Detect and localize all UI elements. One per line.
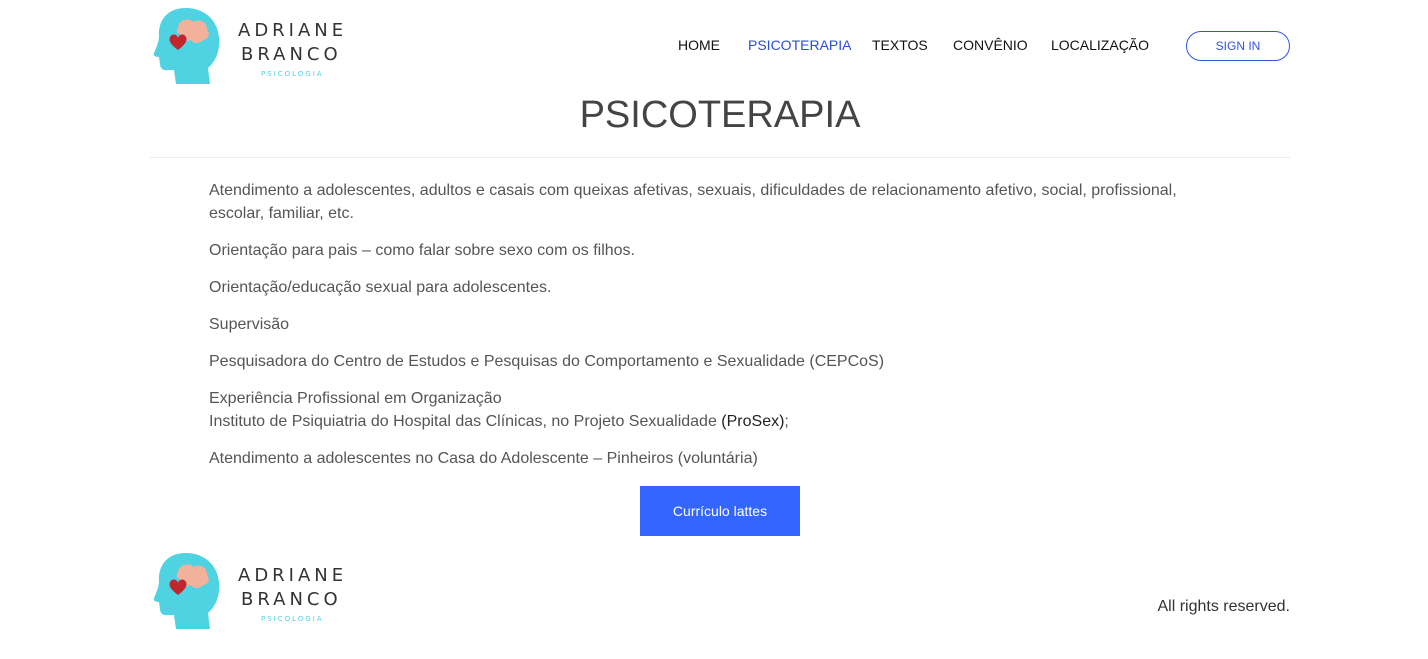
brand-tagline: PSICOLOGIA <box>261 615 324 623</box>
paragraph-pesquisadora: Pesquisadora do Centro de Estudos e Pesq… <box>209 353 885 370</box>
footer-rights: All rights reserved. <box>1157 598 1291 615</box>
sign-in-button[interactable]: SIGN IN <box>1186 31 1290 61</box>
brand-name-line2: BRANCO <box>241 44 342 65</box>
nav-textos[interactable]: TEXTOS <box>872 37 928 53</box>
paragraph-casa-adolescente: Atendimento a adolescentes no Casa do Ad… <box>209 450 758 467</box>
brain-head-icon <box>153 553 220 629</box>
nav-localizacao[interactable]: LOCALIZAÇÃO <box>1051 37 1149 53</box>
paragraph-experiencia: Experiência Profissional em Organização … <box>209 387 1209 433</box>
prosex-suffix: ; <box>784 413 789 430</box>
experiencia-heading: Experiência Profissional em Organização <box>209 390 502 407</box>
page-title: PSICOTERAPIA <box>579 94 861 136</box>
title-divider <box>150 157 1290 158</box>
curriculo-lattes-button[interactable]: Currículo lattes <box>640 486 800 536</box>
paragraph-supervisao: Supervisão <box>209 316 290 333</box>
brand-name-line1: ADRIANE <box>238 565 348 586</box>
experiencia-instituto: Instituto de Psiquiatria do Hospital das… <box>209 413 722 430</box>
nav-convenio[interactable]: CONVÊNIO <box>953 37 1028 53</box>
footer-logo[interactable]: ADRIANE BRANCO PSICOLOGIA <box>152 551 352 631</box>
paragraph-atendimento: Atendimento a adolescentes, adultos e ca… <box>209 182 1177 222</box>
main-content: Atendimento a adolescentes, adultos e ca… <box>209 179 1209 484</box>
brand-name-line2: BRANCO <box>241 589 342 610</box>
brand-name-line1: ADRIANE <box>238 20 348 41</box>
brand-tagline: PSICOLOGIA <box>261 70 324 78</box>
brain-head-icon <box>153 8 220 84</box>
header-logo[interactable]: ADRIANE BRANCO PSICOLOGIA <box>152 6 352 86</box>
prosex-label: (ProSex) <box>721 413 785 430</box>
paragraph-orientacao-adolescentes: Orientação/educação sexual para adolesce… <box>209 279 552 296</box>
paragraph-orientacao-pais: Orientação para pais – como falar sobre … <box>209 242 635 259</box>
nav-psicoterapia[interactable]: PSICOTERAPIA <box>748 37 851 53</box>
nav-home[interactable]: HOME <box>678 37 720 53</box>
